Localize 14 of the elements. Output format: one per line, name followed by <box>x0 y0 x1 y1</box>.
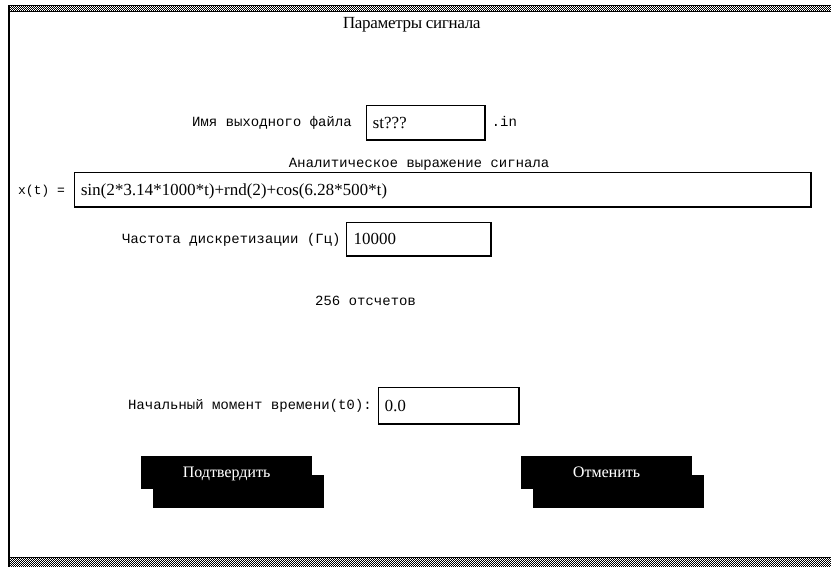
section-heading: Аналитическое выражение сигнала <box>288 156 550 172</box>
sample-count-text: 256 отсчетов <box>315 294 417 310</box>
confirm-button[interactable]: Подтвердить <box>141 456 324 508</box>
field-label: Частота дискретизации (Гц) <box>122 232 340 248</box>
expression-field[interactable]: sin(2*3.14*1000*t)+rnd(2)+cos(6.28*500*t) <box>74 172 812 208</box>
frequency-field[interactable]: 10000 <box>346 222 492 257</box>
window-title: Параметры сигнала <box>342 13 480 33</box>
filename-field[interactable]: st??? <box>366 105 486 141</box>
cancel-button[interactable]: Отменить <box>521 456 704 508</box>
extension-label: .in <box>492 115 517 131</box>
start-time-field[interactable]: 0.0 <box>378 387 520 425</box>
field-label: x(t) = <box>18 182 65 198</box>
field-label: Начальный момент времени(t0): <box>128 398 372 414</box>
field-label: Имя выходного файла <box>192 115 352 131</box>
